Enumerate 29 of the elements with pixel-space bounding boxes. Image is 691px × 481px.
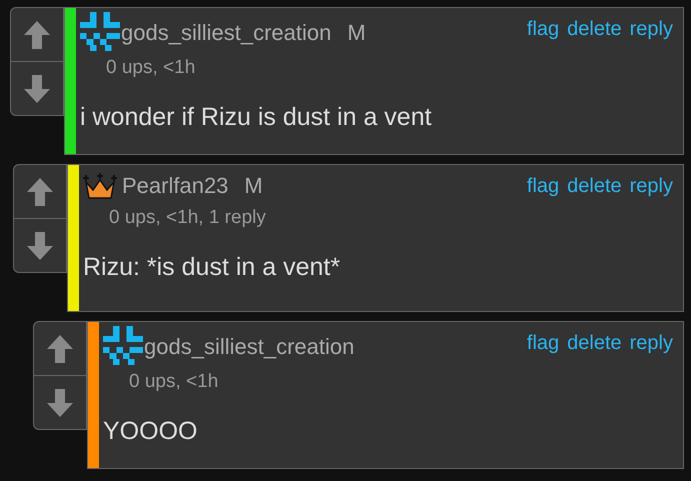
up-arrow-icon [27, 178, 53, 206]
action-link[interactable]: flag [526, 171, 560, 201]
action-link[interactable]: delete [567, 328, 622, 358]
down-arrow-icon [24, 74, 50, 102]
down-arrow-icon [47, 388, 73, 416]
crown-icon [83, 172, 117, 200]
action-link[interactable]: reply [630, 14, 673, 44]
mod-label: M [244, 172, 263, 200]
action-link[interactable]: reply [630, 328, 673, 358]
action-link[interactable]: flag [526, 14, 560, 44]
username[interactable]: gods_silliest_creation [121, 16, 332, 48]
comment-meta: 0 ups, <1h [106, 56, 196, 80]
comment-text: Rizu: *is dust in a vent* [83, 252, 342, 282]
comment-text: YOOOO [103, 416, 198, 446]
down-arrow-icon [27, 232, 53, 260]
mod-label: M [347, 18, 366, 46]
pixel-avatar-icon [80, 12, 120, 52]
comment-meta: 0 ups, <1h, 1 reply [109, 206, 267, 230]
up-arrow-icon [24, 20, 50, 48]
comment-meta: 0 ups, <1h [129, 370, 220, 394]
action-link[interactable]: flag [526, 328, 560, 358]
action-link[interactable]: delete [567, 14, 622, 44]
comment-text: i wonder if Rizu is dust in a vent [80, 102, 433, 132]
up-arrow-icon [47, 334, 73, 362]
action-link[interactable]: reply [630, 171, 673, 201]
username[interactable]: gods_silliest_creation [144, 330, 354, 362]
username[interactable]: Pearlfan23 [122, 169, 228, 202]
pixel-avatar-icon [103, 326, 143, 366]
action-link[interactable]: delete [567, 171, 622, 201]
